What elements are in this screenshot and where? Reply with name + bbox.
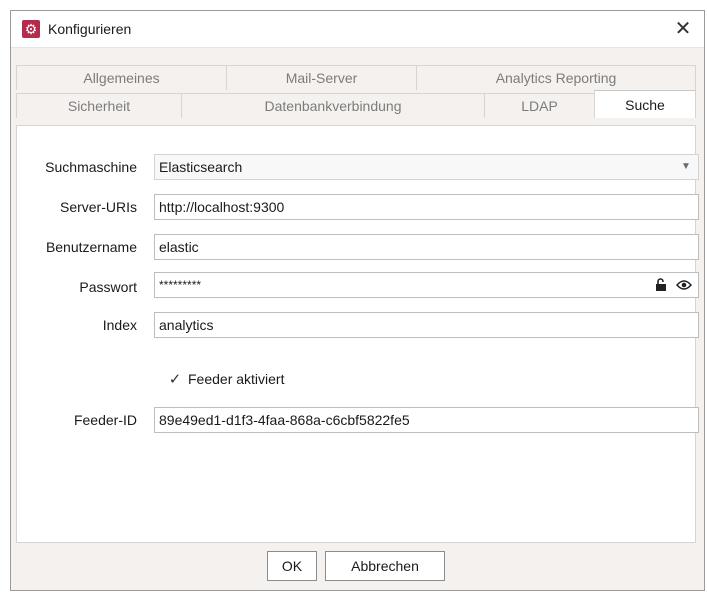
tab-suche[interactable]: Suche bbox=[594, 90, 696, 118]
index-input[interactable]: analytics bbox=[154, 312, 699, 338]
feeder-id-label: Feeder-ID bbox=[73, 412, 137, 428]
search-engine-value: Elasticsearch bbox=[159, 159, 243, 175]
eye-icon[interactable] bbox=[676, 279, 692, 291]
index-label: Index bbox=[102, 317, 137, 333]
search-engine-label: Suchmaschine bbox=[45, 159, 137, 175]
feeder-checkbox-row[interactable]: ✓ Feeder aktiviert bbox=[167, 370, 285, 388]
tab-allgemeines[interactable]: Allgemeines bbox=[16, 65, 226, 90]
password-input[interactable]: ********* bbox=[154, 272, 699, 298]
title-bar: ⚙ Konfigurieren ✕ bbox=[11, 11, 704, 48]
feeder-checkbox-label: Feeder aktiviert bbox=[188, 371, 285, 387]
feeder-id-input[interactable]: 89e49ed1-d1f3-4faa-868a-c6cbf5822fe5 bbox=[154, 407, 699, 433]
server-uris-label: Server-URIs bbox=[59, 199, 137, 215]
checkbox-checked-icon[interactable]: ✓ bbox=[167, 370, 183, 388]
tab-mail-server[interactable]: Mail-Server bbox=[226, 65, 416, 90]
search-settings-panel: Suchmaschine Elasticsearch ▼ Server-URIs… bbox=[16, 125, 699, 543]
search-engine-select[interactable]: Elasticsearch ▼ bbox=[154, 154, 699, 180]
tab-bar: Allgemeines Mail-Server Analytics Report… bbox=[16, 65, 696, 125]
password-value: ********* bbox=[159, 278, 202, 292]
password-label: Passwort bbox=[79, 279, 137, 295]
server-uris-input[interactable]: http://localhost:9300 bbox=[154, 194, 699, 220]
unlock-icon[interactable] bbox=[655, 278, 667, 292]
username-input[interactable]: elastic bbox=[154, 234, 699, 260]
tab-analytics-reporting[interactable]: Analytics Reporting bbox=[416, 65, 696, 90]
ok-button[interactable]: OK bbox=[267, 551, 317, 581]
close-button[interactable]: ✕ bbox=[668, 15, 698, 43]
dialog-title: Konfigurieren bbox=[48, 21, 132, 37]
tab-datenbankverbindung[interactable]: Datenbankverbindung bbox=[181, 93, 484, 118]
tab-sicherheit[interactable]: Sicherheit bbox=[16, 93, 181, 118]
username-label: Benutzername bbox=[45, 239, 137, 255]
configure-dialog: ⚙ Konfigurieren ✕ Allgemeines Mail-Serve… bbox=[10, 10, 705, 591]
dialog-footer: OK Abbrechen bbox=[11, 542, 704, 590]
gear-icon: ⚙ bbox=[22, 20, 40, 38]
tab-ldap[interactable]: LDAP bbox=[484, 93, 594, 118]
cancel-button[interactable]: Abbrechen bbox=[325, 551, 445, 581]
chevron-down-icon[interactable]: ▼ bbox=[674, 155, 698, 179]
